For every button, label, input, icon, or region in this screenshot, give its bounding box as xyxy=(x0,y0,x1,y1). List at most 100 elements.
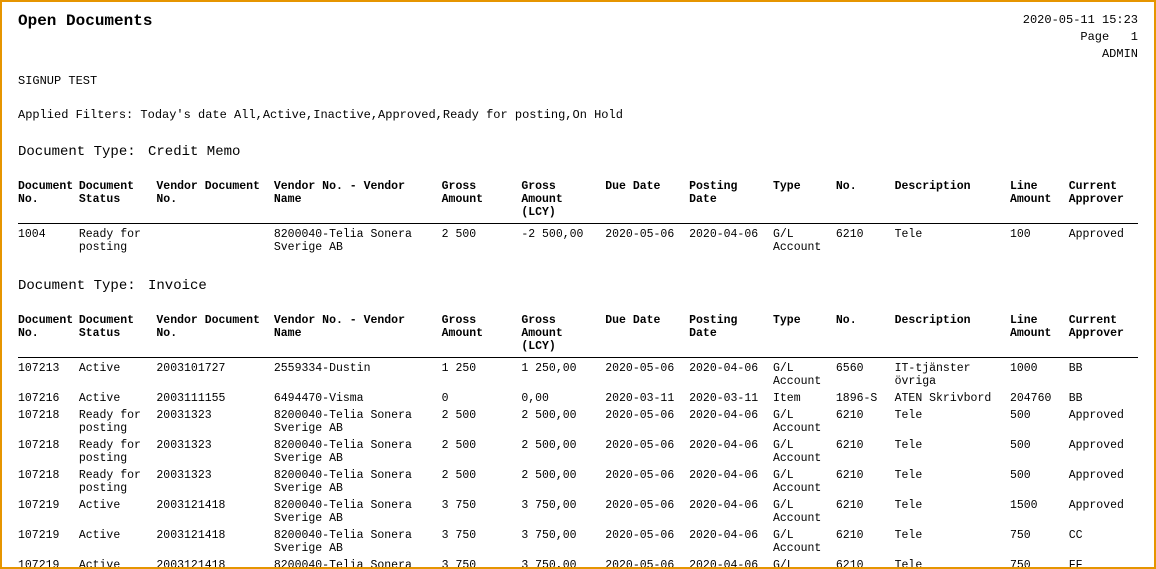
cell-approver: Approved xyxy=(1069,467,1138,497)
cell-line: 204760 xyxy=(1010,390,1069,407)
table-row: 107219Active20031214188200040-Telia Sone… xyxy=(18,497,1138,527)
cell-gross-lcy: 3 750,00 xyxy=(521,527,605,557)
cell-vendor-doc-no: 2003111155 xyxy=(156,390,273,407)
document-type-label: Document Type: xyxy=(18,144,148,160)
cell-gross-lcy: 3 750,00 xyxy=(521,497,605,527)
col-gross: Gross Amount xyxy=(442,312,522,358)
report-user: ADMIN xyxy=(1023,46,1138,63)
cell-doc-status: Ready for posting xyxy=(79,407,157,437)
cell-line: 750 xyxy=(1010,557,1069,569)
cell-doc-no: 107213 xyxy=(18,358,79,391)
cell-approver: Approved xyxy=(1069,437,1138,467)
cell-line: 500 xyxy=(1010,437,1069,467)
table-row: 107218Ready for posting200313238200040-T… xyxy=(18,437,1138,467)
cell-type: G/L Account xyxy=(773,557,836,569)
applied-filters: Applied Filters: Today's date All,Active… xyxy=(18,108,1138,122)
cell-doc-status: Active xyxy=(79,497,157,527)
cell-vendor-doc-no: 2003101727 xyxy=(156,358,273,391)
cell-due: 2020-03-11 xyxy=(605,390,689,407)
cell-line: 500 xyxy=(1010,467,1069,497)
cell-gross: 3 750 xyxy=(442,527,522,557)
cell-posting: 2020-04-06 xyxy=(689,467,773,497)
page-label: Page xyxy=(1080,30,1109,44)
cell-no: 6210 xyxy=(836,407,895,437)
cell-posting: 2020-04-06 xyxy=(689,437,773,467)
report-title: Open Documents xyxy=(18,12,152,30)
cell-vendor-doc-no: 2003121418 xyxy=(156,497,273,527)
cell-gross-lcy: 1 250,00 xyxy=(521,358,605,391)
col-posting: Posting Date xyxy=(689,178,773,224)
table-row: 107219Active20031214188200040-Telia Sone… xyxy=(18,557,1138,569)
cell-doc-no: 107219 xyxy=(18,527,79,557)
report-page-line: Page 1 xyxy=(1023,29,1138,46)
cell-due: 2020-05-06 xyxy=(605,467,689,497)
report-header: Open Documents 2020-05-11 15:23 Page 1 A… xyxy=(18,12,1138,62)
cell-line: 1000 xyxy=(1010,358,1069,391)
cell-no: 6210 xyxy=(836,437,895,467)
col-vendor-doc-no: Vendor Document No. xyxy=(156,178,273,224)
cell-doc-status: Ready for posting xyxy=(79,224,157,257)
table-row: 107216Active20031111556494470-Visma00,00… xyxy=(18,390,1138,407)
cell-type: Item xyxy=(773,390,836,407)
document-type-value: Credit Memo xyxy=(148,144,240,160)
cell-posting: 2020-04-06 xyxy=(689,358,773,391)
cell-due: 2020-05-06 xyxy=(605,437,689,467)
col-vendor: Vendor No. - Vendor Name xyxy=(274,312,442,358)
cell-desc: Tele xyxy=(895,557,1010,569)
cell-approver: FF xyxy=(1069,557,1138,569)
col-vendor-doc-no: Vendor Document No. xyxy=(156,312,273,358)
cell-vendor: 8200040-Telia Sonera Sverige AB xyxy=(274,467,442,497)
col-approver: Current Approver xyxy=(1069,178,1138,224)
col-doc-no: Document No. xyxy=(18,178,79,224)
cell-type: G/L Account xyxy=(773,437,836,467)
cell-approver: BB xyxy=(1069,358,1138,391)
col-desc: Description xyxy=(895,312,1010,358)
cell-doc-status: Active xyxy=(79,527,157,557)
table-row: 107219Active20031214188200040-Telia Sone… xyxy=(18,527,1138,557)
table-row: 107218Ready for posting200313238200040-T… xyxy=(18,407,1138,437)
cell-gross-lcy: 2 500,00 xyxy=(521,467,605,497)
col-gross: Gross Amount xyxy=(442,178,522,224)
col-doc-no: Document No. xyxy=(18,312,79,358)
cell-posting: 2020-04-06 xyxy=(689,557,773,569)
cell-gross-lcy: 2 500,00 xyxy=(521,407,605,437)
cell-doc-no: 107218 xyxy=(18,467,79,497)
cell-type: G/L Account xyxy=(773,407,836,437)
cell-no: 6210 xyxy=(836,557,895,569)
table-row: 107218Ready for posting200313238200040-T… xyxy=(18,467,1138,497)
cell-due: 2020-05-06 xyxy=(605,527,689,557)
col-line: Line Amount xyxy=(1010,312,1069,358)
table-row: 107213Active20031017272559334-Dustin1 25… xyxy=(18,358,1138,391)
cell-type: G/L Account xyxy=(773,358,836,391)
cell-posting: 2020-04-06 xyxy=(689,407,773,437)
company-name: SIGNUP TEST xyxy=(18,74,1138,88)
cell-doc-status: Ready for posting xyxy=(79,437,157,467)
table-row: 1004Ready for posting8200040-Telia Soner… xyxy=(18,224,1138,257)
cell-doc-status: Active xyxy=(79,390,157,407)
col-approver: Current Approver xyxy=(1069,312,1138,358)
cell-vendor-doc-no: 20031323 xyxy=(156,407,273,437)
cell-desc: Tele xyxy=(895,467,1010,497)
cell-vendor-doc-no xyxy=(156,224,273,257)
cell-vendor-doc-no: 2003121418 xyxy=(156,557,273,569)
cell-desc: ATEN Skrivbord xyxy=(895,390,1010,407)
cell-posting: 2020-03-11 xyxy=(689,390,773,407)
cell-gross: 2 500 xyxy=(442,467,522,497)
cell-line: 100 xyxy=(1010,224,1069,257)
cell-desc: Tele xyxy=(895,407,1010,437)
cell-posting: 2020-04-06 xyxy=(689,224,773,257)
cell-gross: 3 750 xyxy=(442,557,522,569)
col-due: Due Date xyxy=(605,178,689,224)
report-meta: 2020-05-11 15:23 Page 1 ADMIN xyxy=(1023,12,1138,62)
cell-vendor: 8200040-Telia Sonera Sverige AB xyxy=(274,224,442,257)
page-number: 1 xyxy=(1131,30,1138,44)
cell-due: 2020-05-06 xyxy=(605,224,689,257)
col-gross-lcy: Gross Amount (LCY) xyxy=(521,178,605,224)
cell-doc-status: Ready for posting xyxy=(79,467,157,497)
col-line: Line Amount xyxy=(1010,178,1069,224)
cell-desc: IT-tjänster övriga xyxy=(895,358,1010,391)
cell-approver: CC xyxy=(1069,527,1138,557)
cell-gross: 0 xyxy=(442,390,522,407)
documents-table: Document No.Document StatusVendor Docume… xyxy=(18,312,1138,569)
cell-gross: 3 750 xyxy=(442,497,522,527)
